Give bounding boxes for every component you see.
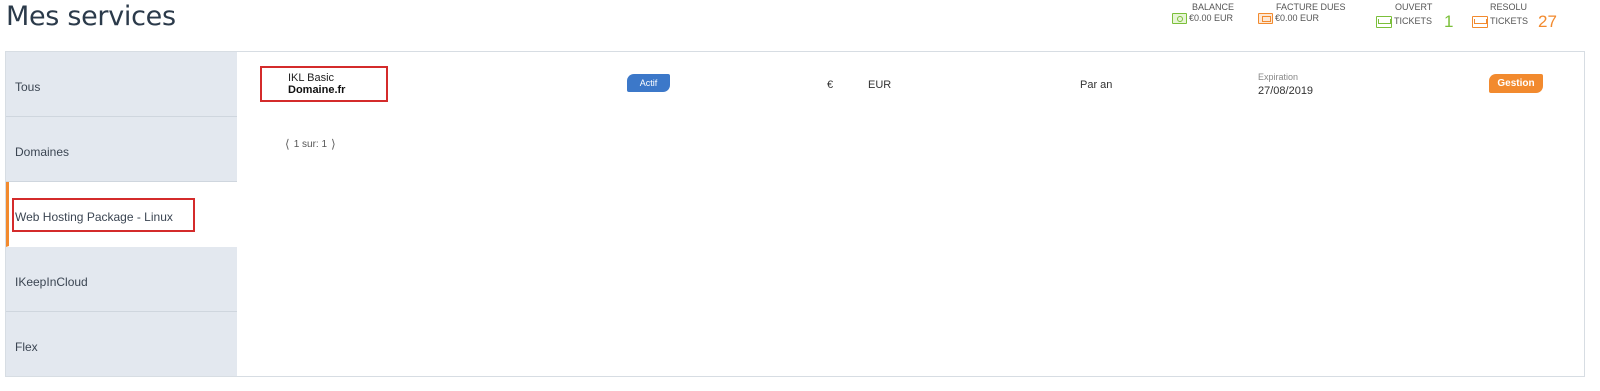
balance-stat: BALANCE €0.00 EUR [1172, 2, 1234, 24]
page-title: Mes services [6, 1, 176, 32]
open-tickets-sublabel: TICKETS [1394, 16, 1433, 26]
services-list: IKL Basic Domaine.fr Actif € EUR Par an … [237, 52, 1584, 376]
gestion-button[interactable]: Gestion [1489, 74, 1543, 93]
open-tickets-count: 1 [1444, 12, 1454, 31]
sidebar-item-ikeepincloud[interactable]: IKeepInCloud [6, 247, 237, 312]
highlight-box [12, 198, 195, 232]
sidebar-item-label: Domaines [15, 145, 70, 159]
inbox-icon [1472, 15, 1488, 28]
service-domain[interactable]: Domaine.fr [288, 84, 345, 96]
service-name[interactable]: IKL Basic [288, 72, 334, 84]
chevron-right-icon[interactable]: ⟩ [331, 137, 336, 151]
pagination-text: 1 sur: 1 [293, 138, 328, 150]
sidebar-item-tous[interactable]: Tous [6, 52, 237, 117]
status-badge: Actif [627, 74, 670, 92]
balance-value: €0.00 EUR [1189, 13, 1234, 23]
invoice-icon [1258, 13, 1273, 24]
sidebar-item-label: Tous [15, 80, 41, 94]
resolved-tickets-count: 27 [1538, 12, 1557, 31]
services-panel: Tous Domaines Web Hosting Package - Linu… [5, 51, 1585, 377]
sidebar-item-label: IKeepInCloud [15, 275, 88, 289]
currency-code: EUR [868, 79, 892, 91]
chevron-left-icon[interactable]: ⟨ [285, 137, 290, 151]
pagination: ⟨ 1 sur: 1 ⟩ [285, 137, 336, 151]
invoices-stat: FACTURE DUES €0.00 EUR [1258, 2, 1346, 24]
category-sidebar: Tous Domaines Web Hosting Package - Linu… [6, 52, 237, 376]
expiration-date: 27/08/2019 [1258, 85, 1314, 97]
resolved-tickets-stat[interactable]: RESOLU TICKETS 27 [1472, 2, 1557, 30]
billing-cycle: Par an [1080, 79, 1113, 91]
invoices-label: FACTURE DUES [1276, 2, 1346, 12]
resolved-tickets-sublabel: TICKETS [1490, 16, 1529, 26]
open-tickets-stat[interactable]: OUVERT TICKETS 1 [1376, 2, 1453, 30]
balance-label: BALANCE [1192, 2, 1235, 12]
expiration-label: Expiration [1258, 72, 1299, 82]
money-icon [1172, 13, 1187, 24]
inbox-icon [1376, 15, 1392, 28]
currency-symbol: € [827, 79, 834, 91]
sidebar-item-flex[interactable]: Flex [6, 312, 237, 376]
invoices-value: €0.00 EUR [1275, 13, 1320, 23]
sidebar-item-domaines[interactable]: Domaines [6, 117, 237, 182]
sidebar-item-label: Flex [15, 340, 38, 354]
sidebar-item-web-hosting[interactable]: Web Hosting Package - Linux [6, 182, 237, 247]
